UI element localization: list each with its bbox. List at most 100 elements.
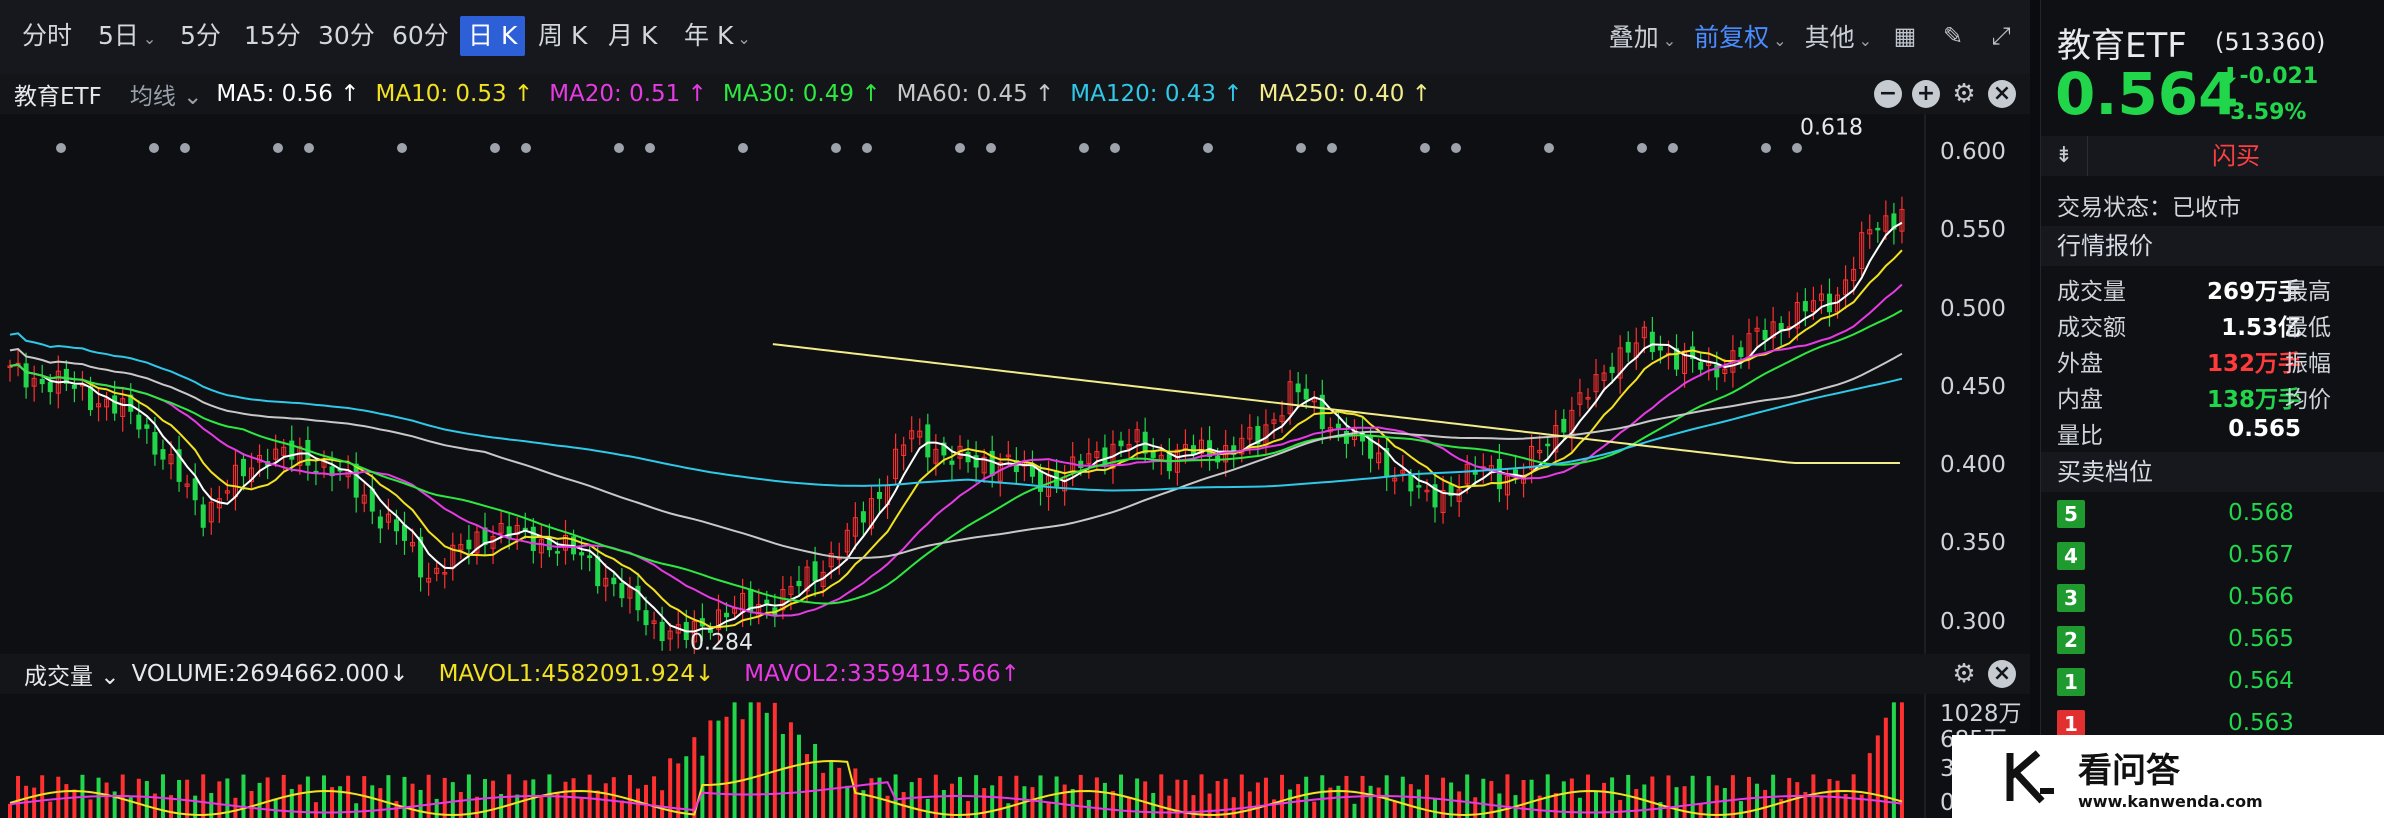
ma-legend: 教育ETF 均线 ⌄ MA5: 0.56 ↑ MA10: 0.53 ↑ MA20: … — [0, 74, 2030, 114]
candle — [482, 512, 488, 556]
kline-plot[interactable]: 0.618 0.284 — [0, 114, 1930, 654]
level-price[interactable]: 0.567 — [2201, 542, 2321, 568]
volume-bar — [579, 798, 584, 818]
watermark-url: www.kanwenda.com — [2078, 791, 2263, 811]
ma-legend-item: MA10: 0.53 ↑ — [375, 81, 534, 107]
period-tab[interactable]: 年 K ⌄ — [676, 16, 759, 56]
pen-icon[interactable]: ✎ — [1938, 21, 1968, 51]
level-price[interactable]: 0.566 — [2201, 584, 2321, 610]
level-badge: 4 — [2057, 542, 2085, 570]
grid-icon[interactable]: ▦ — [1890, 21, 1920, 51]
period-tab[interactable]: 15分 — [236, 16, 309, 56]
event-marker — [1203, 143, 1213, 153]
volume-bar — [845, 785, 850, 818]
candle — [1142, 417, 1148, 464]
mavol1-value: MAVOL1:4582091.924↓ — [438, 661, 715, 687]
ma-line — [9, 249, 1903, 629]
volume-bar — [676, 763, 681, 818]
expand-icon[interactable]: ⤢ — [1986, 21, 2016, 51]
candle — [619, 568, 625, 608]
period-tab[interactable]: 周 K — [530, 16, 595, 56]
volume-bar — [1312, 801, 1317, 818]
period-tab[interactable]: 30分 — [310, 16, 383, 56]
candle — [659, 606, 665, 651]
volume-bar — [1682, 786, 1687, 818]
candle — [1384, 435, 1390, 492]
candle — [208, 487, 214, 535]
adjust-menu[interactable]: 前复权 ⌄ — [1694, 18, 1786, 54]
volume-bar — [1441, 777, 1446, 818]
volume-bar — [426, 774, 431, 818]
volume-bar — [1062, 784, 1067, 818]
period-tab[interactable]: 5日 ⌄ — [90, 16, 164, 56]
level-price[interactable]: 0.565 — [2201, 626, 2321, 652]
volume-bar — [1215, 781, 1220, 818]
candle — [1174, 443, 1180, 486]
close-icon[interactable]: × — [1988, 660, 2016, 688]
volume-bar — [772, 702, 777, 818]
overlay-menu[interactable]: 叠加 ⌄ — [1609, 18, 1676, 54]
volume-bar — [644, 784, 649, 818]
flash-buy-button[interactable]: 闪买 — [2087, 136, 2384, 176]
price-tick: 0.550 — [1940, 217, 2006, 244]
volume-bar — [410, 783, 415, 818]
volume-plot[interactable] — [0, 694, 1930, 818]
level-price[interactable]: 0.568 — [2201, 500, 2321, 526]
candle — [1295, 372, 1301, 408]
quote-label: 成交量 — [2057, 279, 2126, 305]
candle — [1698, 353, 1704, 377]
candle — [1182, 429, 1188, 464]
candle — [1577, 378, 1583, 417]
volume-bar — [1263, 777, 1268, 818]
level-price[interactable]: 0.563 — [2201, 710, 2321, 736]
volume-bar — [1368, 785, 1373, 818]
candle — [1617, 335, 1623, 394]
candle — [1649, 316, 1655, 360]
candle — [1271, 412, 1277, 439]
kline-chart[interactable]: 教育ETF 均线 ⌄ MA5: 0.56 ↑ MA10: 0.53 ↑ MA20: … — [0, 74, 2030, 818]
volume-bar — [1577, 797, 1582, 818]
event-marker — [645, 143, 655, 153]
level-price[interactable]: 0.564 — [2201, 668, 2321, 694]
candle — [79, 371, 85, 401]
volume-bar — [96, 777, 101, 818]
quote-value: 269万手 — [2206, 279, 2301, 305]
volume-bar — [491, 780, 496, 818]
volume-bar — [1070, 788, 1075, 818]
gear-icon[interactable]: ⚙ — [1950, 80, 1978, 108]
period-tab[interactable]: 5分 — [172, 16, 229, 56]
other-menu[interactable]: 其他 ⌄ — [1805, 18, 1872, 54]
candle — [1609, 352, 1615, 384]
volume-bar — [1763, 789, 1768, 818]
period-tab[interactable]: 日 K — [460, 16, 526, 56]
volume-bar — [1046, 802, 1051, 818]
candle — [1786, 311, 1792, 339]
volume-indicator-select[interactable]: 成交量 ⌄ — [12, 657, 120, 691]
zoom-out-icon[interactable]: − — [1874, 80, 1902, 108]
candle — [538, 525, 544, 568]
quote-label-right: 最低 — [2285, 315, 2331, 341]
period-tab[interactable]: 分时 — [14, 16, 80, 56]
period-tab[interactable]: 月 K — [600, 16, 665, 56]
event-marker — [490, 143, 500, 153]
candle — [474, 525, 480, 565]
candle — [563, 519, 569, 565]
candle — [1891, 202, 1897, 245]
volume-bar — [1666, 775, 1671, 818]
period-tab[interactable]: 60分 — [384, 16, 457, 56]
collapse-icon[interactable]: ⇟ — [2041, 136, 2088, 176]
volume-bar — [1408, 784, 1413, 818]
watermark-brand: 看问答 — [2078, 750, 2180, 791]
gear-icon[interactable]: ⚙ — [1950, 660, 1978, 688]
volume-bar — [104, 782, 109, 818]
candle — [901, 436, 907, 471]
volume-bar — [1787, 777, 1792, 818]
candle — [458, 533, 464, 560]
panel-security-code: (513360) — [2215, 28, 2326, 56]
volume-bar — [402, 776, 407, 818]
indicator-select[interactable]: 均线 ⌄ — [116, 77, 203, 111]
volume-bar — [909, 782, 914, 818]
volume-bar — [1553, 793, 1558, 818]
close-icon[interactable]: × — [1988, 80, 2016, 108]
zoom-in-icon[interactable]: + — [1912, 80, 1940, 108]
